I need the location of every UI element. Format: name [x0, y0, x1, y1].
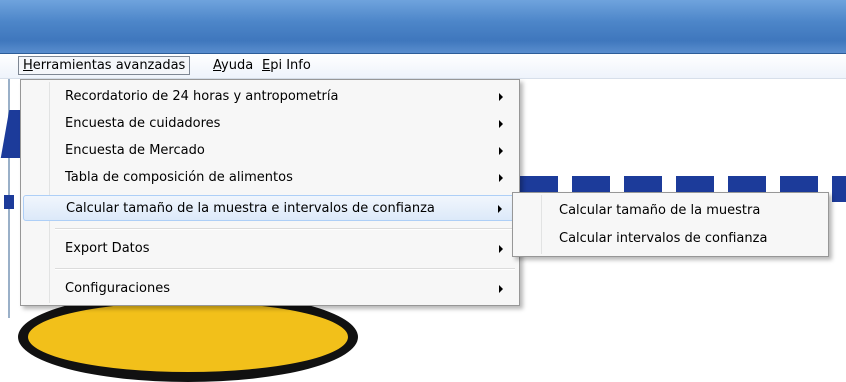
menu-item-label: Calcular tamaño de la muestra	[559, 203, 761, 218]
window-title-bar[interactable]	[0, 0, 846, 54]
menu-item-recordatorio[interactable]: Recordatorio de 24 horas y antropometría	[23, 84, 517, 110]
menu-mnemonic: E	[262, 58, 271, 73]
menu-item-label: Encuesta de cuidadores	[65, 116, 221, 131]
menu-item-label: Recordatorio de 24 horas y antropometría	[65, 89, 339, 104]
menu-item-tabla-composicion[interactable]: Tabla de composición de alimentos	[23, 165, 517, 191]
menu-label: yuda	[221, 58, 254, 73]
menu-item-configuraciones[interactable]: Configuraciones	[23, 276, 517, 302]
menu-separator	[55, 268, 515, 270]
submenu-arrow-icon	[498, 205, 502, 213]
menu-item-label: Configuraciones	[65, 281, 170, 296]
submenu-arrow-icon	[499, 120, 503, 128]
menu-separator	[55, 228, 515, 230]
dropdown-menu-herramientas: Recordatorio de 24 horas y antropometría…	[20, 79, 520, 306]
submenu-calcular: Calcular tamaño de la muestra Calcular i…	[512, 192, 829, 257]
menu-label: pi Info	[270, 58, 311, 73]
menu-item-encuesta-cuidadores[interactable]: Encuesta de cuidadores	[23, 111, 517, 137]
submenu-arrow-icon	[499, 174, 503, 182]
menu-item-calcular-tamano-intervalos[interactable]: Calcular tamaño de la muestra e interval…	[23, 195, 517, 221]
submenu-arrow-icon	[499, 147, 503, 155]
menu-item-encuesta-mercado[interactable]: Encuesta de Mercado	[23, 138, 517, 164]
menu-item-label: Encuesta de Mercado	[65, 143, 205, 158]
menu-item-label: Calcular intervalos de confianza	[559, 231, 768, 246]
menu-herramientas-avanzadas[interactable]: Herramientas avanzadas	[18, 56, 191, 75]
menu-item-calcular-tamano-muestra[interactable]: Calcular tamaño de la muestra	[515, 198, 826, 224]
menu-item-calcular-intervalos[interactable]: Calcular intervalos de confianza	[515, 226, 826, 252]
menu-item-export-datos[interactable]: Export Datos	[23, 236, 517, 262]
logo-fragment	[4, 195, 14, 209]
menu-bar: Herramientas avanzadas Ayuda Epi Info	[0, 54, 846, 79]
menu-item-label: Export Datos	[65, 241, 150, 256]
submenu-arrow-icon	[499, 285, 503, 293]
menu-mnemonic: A	[213, 58, 222, 73]
menu-mnemonic: H	[23, 58, 33, 73]
menu-item-label: Tabla de composición de alimentos	[65, 170, 293, 185]
submenu-arrow-icon	[499, 93, 503, 101]
submenu-arrow-icon	[499, 245, 503, 253]
menu-ayuda[interactable]: Ayuda	[209, 57, 257, 74]
menu-epi-info[interactable]: Epi Info	[258, 57, 315, 74]
menu-label: erramientas avanzadas	[32, 58, 186, 73]
menu-item-label: Calcular tamaño de la muestra e interval…	[66, 201, 435, 216]
